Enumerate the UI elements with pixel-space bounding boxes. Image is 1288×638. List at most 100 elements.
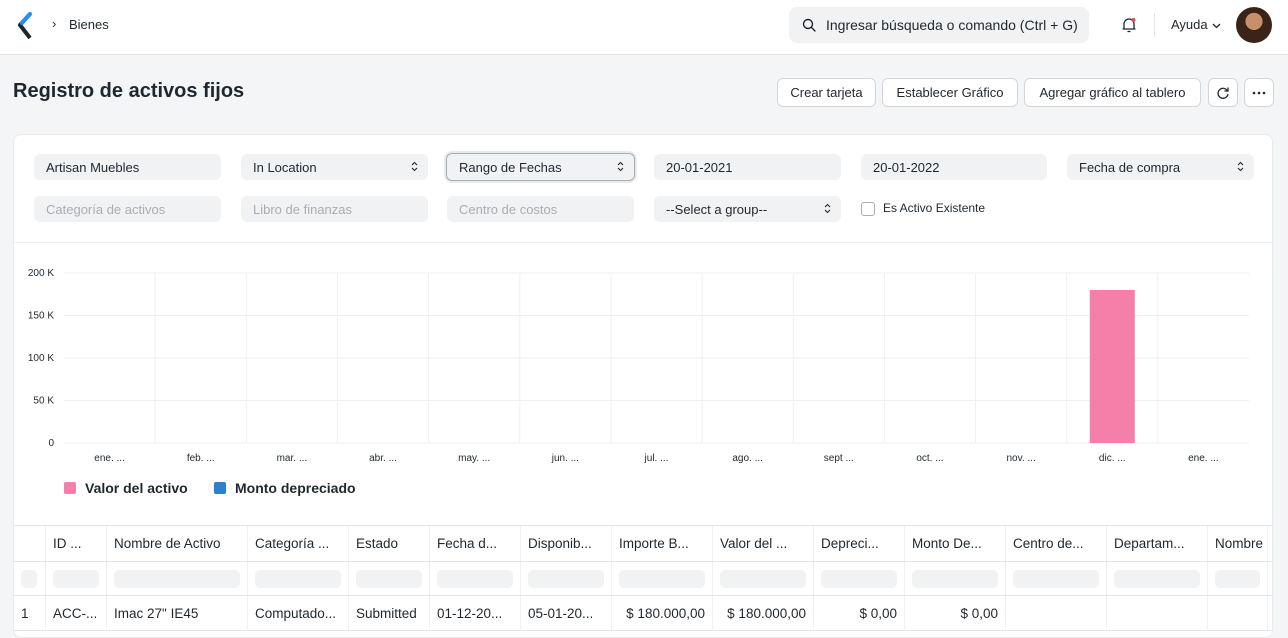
notification-bell-icon[interactable] <box>1120 16 1138 34</box>
filter-area: Artisan Muebles In Location Rango de Fec… <box>14 135 1272 243</box>
table-column-header[interactable]: Fecha d... <box>430 526 521 561</box>
create-card-button[interactable]: Crear tarjeta <box>777 78 876 107</box>
table-header-row: ID ... Nombre de Activo Categoría ... Estad… <box>14 525 1272 562</box>
y-tick-label: 100 K <box>28 353 54 364</box>
chevron-down-icon <box>1212 23 1221 28</box>
table-cell[interactable] <box>1107 596 1208 630</box>
table-cell[interactable]: $ 0,00 <box>905 596 1006 630</box>
x-tick-label: may. ... <box>458 453 490 464</box>
navbar: › Bienes Ingresar búsqueda o comando (Ct… <box>0 0 1288 55</box>
legend-label-asset-value: Valor del activo <box>85 480 188 496</box>
table-cell[interactable] <box>1006 596 1107 630</box>
column-filter-cell <box>1107 562 1208 595</box>
add-chart-to-dashboard-button[interactable]: Agregar gráfico al tablero <box>1024 78 1201 107</box>
legend-asset-value[interactable]: Valor del activo <box>64 480 188 496</box>
table-cell[interactable]: Submitted <box>349 596 430 630</box>
x-tick-label: jul. ... <box>644 453 669 464</box>
x-tick-label: feb. ... <box>187 453 215 464</box>
table-cell[interactable] <box>1208 596 1268 630</box>
help-label: Ayuda <box>1171 17 1208 32</box>
x-tick-label: mar. ... <box>277 453 308 464</box>
table-column-header[interactable]: Nombre de Activo <box>107 526 248 561</box>
x-tick-label: jun. ... <box>551 453 579 464</box>
column-filter-input[interactable] <box>356 569 422 588</box>
select-arrows-icon <box>1237 161 1244 172</box>
more-options-button[interactable] <box>1244 78 1274 107</box>
table-row[interactable]: 1 ACC-... Imac 27" IE45 Computado... Submitt… <box>14 596 1272 631</box>
table-column-header[interactable]: Valor del ... <box>713 526 814 561</box>
legend-depreciated-amount[interactable]: Monto depreciado <box>214 480 356 496</box>
is-existing-asset-label: Es Activo Existente <box>883 201 986 215</box>
column-filter-input[interactable] <box>53 569 99 588</box>
column-filter-cell <box>905 562 1006 595</box>
column-filter-input[interactable] <box>1013 569 1099 588</box>
column-filter-input[interactable] <box>619 569 705 588</box>
search-icon <box>802 18 816 32</box>
column-filter-input[interactable] <box>437 569 513 588</box>
column-filter-cell <box>430 562 521 595</box>
set-chart-button[interactable]: Establecer Gráfico <box>882 78 1018 107</box>
table-cell[interactable]: 05-01-20... <box>521 596 612 630</box>
asset-category-input[interactable]: Categoría de activos <box>34 196 221 222</box>
status-value: In Location <box>253 159 317 175</box>
column-filter-input[interactable] <box>255 569 341 588</box>
table-column-header[interactable]: Disponib... <box>521 526 612 561</box>
asset-chart: 0 50 K 100 K 150 K 200 K ene. ... feb. ... mar.… <box>28 268 1249 464</box>
table-column-header[interactable]: Nombre d <box>1208 526 1268 561</box>
table-column-header[interactable]: Departam... <box>1107 526 1208 561</box>
row-select-checkbox[interactable] <box>21 569 37 588</box>
x-tick-label: dic. ... <box>1099 453 1126 464</box>
cost-center-input[interactable]: Centro de costos <box>447 196 634 222</box>
app-logo[interactable] <box>16 12 36 40</box>
breadcrumb-bienes[interactable]: Bienes <box>69 17 109 32</box>
from-date-field[interactable]: 20-01-2021 <box>654 154 841 180</box>
select-arrows-icon <box>824 203 831 214</box>
date-based-on-select[interactable]: Fecha de compra <box>1067 154 1254 180</box>
search-bar[interactable]: Ingresar búsqueda o comando (Ctrl + G) <box>789 7 1089 43</box>
column-filter-cell <box>612 562 713 595</box>
column-filter-input[interactable] <box>528 569 604 588</box>
legend-swatch-asset-value <box>64 482 76 494</box>
finance-book-input[interactable]: Libro de finanzas <box>241 196 428 222</box>
user-avatar[interactable] <box>1236 7 1272 43</box>
filter-based-on-select[interactable]: Rango de Fechas <box>446 153 635 181</box>
table-column-header[interactable]: Centro de... <box>1006 526 1107 561</box>
column-filter-input[interactable] <box>821 569 897 588</box>
table-cell[interactable]: $ 180.000,00 <box>612 596 713 630</box>
column-filter-input[interactable] <box>114 569 240 588</box>
status-select[interactable]: In Location <box>241 154 428 180</box>
table-cell[interactable]: 01-12-20... <box>430 596 521 630</box>
x-tick-label: nov. ... <box>1006 453 1035 464</box>
column-filter-cell <box>713 562 814 595</box>
column-filter-cell <box>46 562 107 595</box>
company-filter[interactable]: Artisan Muebles <box>34 154 221 180</box>
column-filter-input[interactable] <box>912 569 998 588</box>
column-filter-input[interactable] <box>1114 569 1200 588</box>
column-filter-cell <box>1006 562 1107 595</box>
column-filter-input[interactable] <box>1215 569 1260 588</box>
navbar-divider <box>1154 13 1155 37</box>
asset-category-placeholder: Categoría de activos <box>46 201 166 217</box>
company-value: Artisan Muebles <box>46 159 140 175</box>
select-arrows-icon <box>617 161 624 172</box>
to-date-field[interactable]: 20-01-2022 <box>861 154 1047 180</box>
group-by-select[interactable]: --Select a group-- <box>654 196 841 222</box>
table-column-header[interactable]: Categoría ... <box>248 526 349 561</box>
help-dropdown[interactable]: Ayuda <box>1171 17 1221 32</box>
x-tick-label: ene. ... <box>1188 453 1219 464</box>
table-column-header[interactable]: Depreci... <box>814 526 905 561</box>
column-filter-input[interactable] <box>720 569 806 588</box>
table-column-header[interactable]: Estado <box>349 526 430 561</box>
table-column-header[interactable]: Importe B... <box>612 526 713 561</box>
table-cell[interactable]: ACC-... <box>46 596 107 630</box>
table-column-header[interactable]: ID ... <box>46 526 107 561</box>
table-cell[interactable]: $ 180.000,00 <box>713 596 814 630</box>
table-column-header[interactable]: Monto De... <box>905 526 1006 561</box>
is-existing-asset-checkbox[interactable] <box>861 202 875 216</box>
table-cell[interactable]: Imac 27" IE45 <box>107 596 248 630</box>
table-cell[interactable]: Computado... <box>248 596 349 630</box>
finance-book-placeholder: Libro de finanzas <box>253 201 353 217</box>
bar <box>1089 290 1135 443</box>
table-cell[interactable]: $ 0,00 <box>814 596 905 630</box>
refresh-button[interactable] <box>1208 78 1238 107</box>
